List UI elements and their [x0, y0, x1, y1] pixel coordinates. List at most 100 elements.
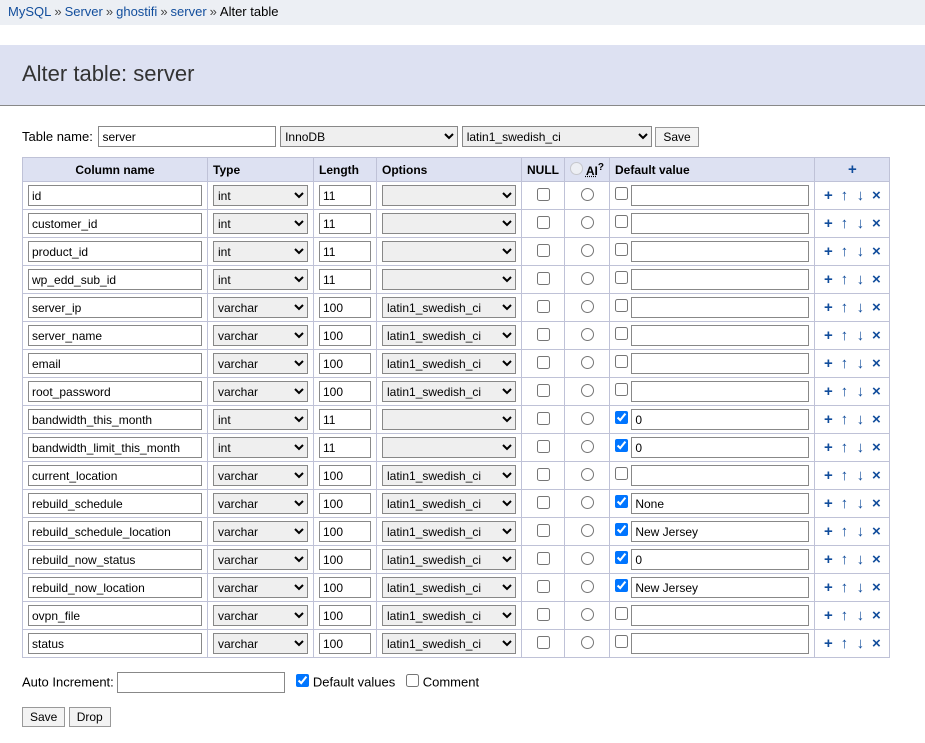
move-up-icon[interactable]: ↑ — [837, 243, 851, 260]
column-name-input[interactable] — [28, 465, 202, 486]
add-column-icon[interactable]: + — [821, 467, 835, 484]
column-null-checkbox[interactable] — [537, 496, 550, 509]
column-options-select[interactable]: latin1_swedish_ci — [382, 465, 516, 486]
move-down-icon[interactable]: ↓ — [853, 467, 867, 484]
save-button[interactable]: Save — [655, 127, 698, 147]
column-length-input[interactable] — [319, 381, 371, 402]
column-type-select[interactable]: int — [213, 269, 308, 290]
column-default-input[interactable] — [631, 633, 809, 654]
column-default-input[interactable] — [631, 381, 809, 402]
column-has-default-checkbox[interactable] — [615, 439, 628, 452]
column-has-default-checkbox[interactable] — [615, 187, 628, 200]
column-options-select[interactable]: latin1_swedish_ci — [382, 521, 516, 542]
column-null-checkbox[interactable] — [537, 412, 550, 425]
column-null-checkbox[interactable] — [537, 272, 550, 285]
breadcrumb-link[interactable]: Server — [65, 4, 103, 19]
column-has-default-checkbox[interactable] — [615, 327, 628, 340]
column-length-input[interactable] — [319, 325, 371, 346]
column-name-input[interactable] — [28, 325, 202, 346]
move-down-icon[interactable]: ↓ — [853, 215, 867, 232]
breadcrumb-link[interactable]: server — [171, 4, 207, 19]
column-length-input[interactable] — [319, 465, 371, 486]
column-has-default-checkbox[interactable] — [615, 299, 628, 312]
remove-column-icon[interactable]: × — [869, 523, 883, 540]
default-values-checkbox[interactable] — [296, 674, 309, 687]
column-has-default-checkbox[interactable] — [615, 579, 628, 592]
column-type-select[interactable]: varchar — [213, 297, 308, 318]
column-default-input[interactable] — [631, 213, 809, 234]
remove-column-icon[interactable]: × — [869, 383, 883, 400]
column-default-input[interactable] — [631, 437, 809, 458]
column-type-select[interactable]: int — [213, 437, 308, 458]
column-has-default-checkbox[interactable] — [615, 383, 628, 396]
column-type-select[interactable]: varchar — [213, 605, 308, 626]
add-column-icon[interactable]: + — [821, 495, 835, 512]
column-name-input[interactable] — [28, 605, 202, 626]
column-type-select[interactable]: varchar — [213, 381, 308, 402]
move-up-icon[interactable]: ↑ — [837, 187, 851, 204]
column-null-checkbox[interactable] — [537, 300, 550, 313]
column-has-default-checkbox[interactable] — [615, 411, 628, 424]
remove-column-icon[interactable]: × — [869, 187, 883, 204]
column-ai-radio[interactable] — [581, 524, 594, 537]
column-ai-radio[interactable] — [581, 216, 594, 229]
column-null-checkbox[interactable] — [537, 552, 550, 565]
column-options-select[interactable] — [382, 437, 516, 458]
move-up-icon[interactable]: ↑ — [837, 271, 851, 288]
column-default-input[interactable] — [631, 493, 809, 514]
move-up-icon[interactable]: ↑ — [837, 327, 851, 344]
move-up-icon[interactable]: ↑ — [837, 439, 851, 456]
column-has-default-checkbox[interactable] — [615, 551, 628, 564]
column-default-input[interactable] — [631, 409, 809, 430]
remove-column-icon[interactable]: × — [869, 579, 883, 596]
column-default-input[interactable] — [631, 241, 809, 262]
column-type-select[interactable]: varchar — [213, 353, 308, 374]
column-ai-radio[interactable] — [581, 608, 594, 621]
move-up-icon[interactable]: ↑ — [837, 411, 851, 428]
column-ai-radio[interactable] — [581, 244, 594, 257]
column-options-select[interactable]: latin1_swedish_ci — [382, 381, 516, 402]
column-options-select[interactable]: latin1_swedish_ci — [382, 549, 516, 570]
column-type-select[interactable]: varchar — [213, 521, 308, 542]
column-has-default-checkbox[interactable] — [615, 467, 628, 480]
remove-column-icon[interactable]: × — [869, 299, 883, 316]
move-down-icon[interactable]: ↓ — [853, 439, 867, 456]
column-type-select[interactable]: varchar — [213, 549, 308, 570]
move-up-icon[interactable]: ↑ — [837, 467, 851, 484]
column-has-default-checkbox[interactable] — [615, 271, 628, 284]
column-options-select[interactable]: latin1_swedish_ci — [382, 297, 516, 318]
remove-column-icon[interactable]: × — [869, 635, 883, 652]
column-null-checkbox[interactable] — [537, 608, 550, 621]
move-down-icon[interactable]: ↓ — [853, 243, 867, 260]
add-column-icon[interactable]: + — [821, 607, 835, 624]
remove-column-icon[interactable]: × — [869, 355, 883, 372]
move-up-icon[interactable]: ↑ — [837, 495, 851, 512]
move-up-icon[interactable]: ↑ — [837, 383, 851, 400]
column-length-input[interactable] — [319, 437, 371, 458]
column-type-select[interactable]: int — [213, 185, 308, 206]
move-down-icon[interactable]: ↓ — [853, 523, 867, 540]
column-ai-radio[interactable] — [581, 188, 594, 201]
column-length-input[interactable] — [319, 213, 371, 234]
column-default-input[interactable] — [631, 465, 809, 486]
column-type-select[interactable]: varchar — [213, 577, 308, 598]
move-up-icon[interactable]: ↑ — [837, 215, 851, 232]
column-length-input[interactable] — [319, 297, 371, 318]
comment-checkbox[interactable] — [406, 674, 419, 687]
add-column-icon[interactable]: + — [821, 439, 835, 456]
remove-column-icon[interactable]: × — [869, 327, 883, 344]
move-up-icon[interactable]: ↑ — [837, 299, 851, 316]
move-down-icon[interactable]: ↓ — [853, 551, 867, 568]
column-name-input[interactable] — [28, 521, 202, 542]
column-type-select[interactable]: int — [213, 241, 308, 262]
remove-column-icon[interactable]: × — [869, 243, 883, 260]
column-options-select[interactable]: latin1_swedish_ci — [382, 633, 516, 654]
column-default-input[interactable] — [631, 605, 809, 626]
add-column-icon[interactable]: + — [821, 355, 835, 372]
add-column-icon[interactable]: + — [821, 635, 835, 652]
column-default-input[interactable] — [631, 521, 809, 542]
column-options-select[interactable]: latin1_swedish_ci — [382, 605, 516, 626]
column-default-input[interactable] — [631, 577, 809, 598]
move-down-icon[interactable]: ↓ — [853, 383, 867, 400]
column-length-input[interactable] — [319, 577, 371, 598]
